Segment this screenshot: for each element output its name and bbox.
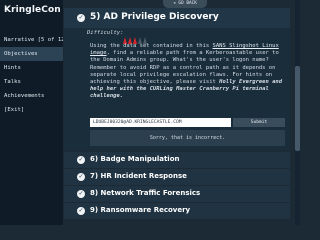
- objective-title: 6) Badge Manipulation: [90, 155, 180, 163]
- go-back-button[interactable]: ◂ GO BACK: [163, 0, 207, 8]
- objective-title: 9) Ransomware Recovery: [90, 206, 191, 214]
- answer-input[interactable]: [90, 118, 231, 127]
- check-icon: ✓: [77, 173, 85, 181]
- nav-item-exit[interactable]: [Exit]: [0, 103, 63, 117]
- check-icon: ✓: [77, 207, 85, 215]
- sidebar: KringleCon Narrative [5 of 12] Objective…: [0, 0, 63, 225]
- difficulty-rating: [123, 29, 148, 44]
- check-icon: ✓: [77, 156, 85, 164]
- objective-title: 7) HR Incident Response: [90, 172, 187, 180]
- nav-item-achievements[interactable]: Achievements: [0, 89, 63, 103]
- feedback-message: Sorry, that is incorrect.: [90, 130, 285, 146]
- nav-item-talks[interactable]: Talks: [0, 75, 63, 89]
- brand-title: KringleCon: [4, 5, 61, 15]
- nav-item-narrative[interactable]: Narrative [5 of 12]: [0, 33, 63, 47]
- scrollbar-thumb[interactable]: [295, 66, 300, 151]
- nav-item-objectives[interactable]: Objectives: [0, 47, 63, 61]
- difficulty-label: Difficulty:: [87, 30, 124, 36]
- nav-item-hints[interactable]: Hints: [0, 61, 63, 75]
- go-back-label: GO BACK: [178, 1, 197, 6]
- submit-button[interactable]: Submit: [233, 118, 285, 127]
- check-icon: ✓: [77, 14, 85, 22]
- main-content: ◂ GO BACK ✓ 5) AD Privilege Discovery Di…: [63, 0, 300, 225]
- objective-title: 5) AD Privilege Discovery: [90, 12, 219, 22]
- objective-description: Using the data set contained in this SAN…: [90, 43, 285, 101]
- description-text: Using the data set contained in this: [90, 43, 213, 49]
- check-icon: ✓: [77, 190, 85, 198]
- objective-title: 8) Network Traffic Forensics: [90, 189, 201, 197]
